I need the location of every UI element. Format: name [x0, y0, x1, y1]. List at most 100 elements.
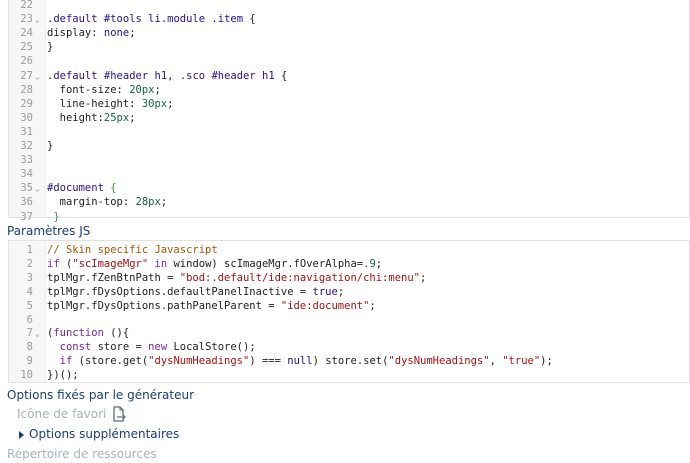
- code-token: ;: [160, 196, 168, 209]
- code-token: new: [148, 341, 168, 354]
- code-token: "dysNumHeadings": [148, 355, 250, 368]
- code-token: "true": [502, 355, 541, 368]
- css-code-editor[interactable]: 22 23 ⌄ .default #tools li.module .item {24…: [8, 0, 690, 223]
- css-code-line: 22: [9, 0, 689, 13]
- css-code-line: 35 ⌄ #document {: [9, 181, 689, 196]
- line-number: 33: [20, 154, 33, 167]
- js-code-line: 3 tplMgr.fZenBtnPath = "bod:.default/ide:…: [9, 271, 689, 286]
- code-text: height:25px;: [47, 111, 136, 126]
- code-token: .module: [160, 13, 206, 26]
- code-token: })();: [47, 369, 79, 382]
- code-token: 30px: [141, 97, 168, 110]
- line-number: 4: [26, 285, 33, 298]
- code-token: line-height:: [47, 97, 142, 110]
- line-number: 36: [20, 196, 33, 209]
- code-token: "ide:document": [280, 299, 370, 312]
- code-text: tplMgr.fDysOptions.defaultPanelInactive …: [47, 285, 344, 300]
- fold-chevron-icon[interactable]: ⌄: [35, 326, 40, 341]
- code-text: .default #tools li.module .item {: [47, 12, 256, 27]
- code-token: "scImageMgr": [72, 257, 149, 270]
- code-token: // Skin specific Javascript: [47, 244, 218, 256]
- code-text: }: [47, 40, 53, 55]
- code-text: display: none;: [47, 26, 136, 41]
- line-number: 8: [26, 341, 33, 354]
- code-token: {: [110, 182, 117, 195]
- code-text: }: [47, 210, 60, 225]
- extra-options-toggle[interactable]: Options supplémentaires: [19, 427, 179, 441]
- code-token: tplMgr.fZenBtnPath =: [47, 271, 180, 284]
- js-code-line: 1 // Skin specific Javascript: [9, 243, 689, 258]
- code-token: ,: [489, 355, 503, 368]
- code-text: const store = new LocalStore();: [47, 340, 256, 355]
- css-code-line: 34: [9, 167, 689, 182]
- code-token: const: [59, 341, 92, 354]
- code-token: h1: [154, 69, 168, 82]
- code-token: {: [274, 69, 288, 82]
- line-number: 29: [20, 97, 33, 110]
- js-code-line: 7 ⌄ (function (){: [9, 326, 689, 341]
- css-code-line: 30 height:25px;: [9, 111, 689, 126]
- code-token: }: [53, 210, 60, 223]
- code-token: 25px: [103, 111, 130, 124]
- line-number: 31: [20, 125, 33, 138]
- code-token: 28px: [135, 196, 161, 209]
- code-token: window) scImageMgr.fOverAlpha=: [167, 257, 364, 270]
- code-token: ;: [375, 257, 383, 270]
- fold-chevron-icon[interactable]: ⌄: [35, 69, 40, 84]
- js-code-editor[interactable]: 1 // Skin specific Javascript 2 if ("scImag…: [8, 240, 690, 383]
- js-params-label: Paramètres JS: [7, 224, 91, 238]
- css-code-line: 29 line-height: 30px;: [9, 97, 689, 112]
- code-token: ;: [167, 97, 174, 110]
- code-token: if: [59, 355, 73, 368]
- file-export-icon[interactable]: [111, 406, 127, 422]
- code-token: }: [47, 41, 54, 54]
- css-code-line: 25}: [9, 40, 689, 55]
- js-code-line: 9 if (store.get("dysNumHeadings") === nu…: [9, 354, 689, 369]
- code-token: display:: [47, 27, 104, 40]
- js-code-line: 6: [9, 313, 689, 328]
- code-token: height:: [47, 111, 104, 124]
- favicon-label: Icône de favori: [17, 407, 107, 421]
- css-code-line: 37 }: [9, 210, 689, 225]
- code-token: .9: [363, 257, 376, 270]
- line-number: 34: [20, 168, 33, 181]
- code-token: #header: [103, 69, 149, 82]
- code-token: store =: [91, 341, 149, 354]
- js-code-line: 2 if ("scImageMgr" in window) scImageMgr.…: [9, 257, 689, 272]
- code-token: null: [287, 355, 313, 368]
- code-token: (: [59, 257, 73, 270]
- fold-chevron-icon[interactable]: ⌄: [35, 12, 40, 27]
- code-token: #document: [47, 182, 104, 195]
- code-token: font-size:: [47, 83, 130, 96]
- code-token: function: [53, 327, 104, 340]
- code-token: ) store.set(: [312, 355, 389, 368]
- fold-chevron-icon[interactable]: ⌄: [35, 181, 40, 196]
- line-number: 27: [20, 69, 33, 82]
- line-number: 10: [20, 369, 33, 382]
- code-token: #header: [211, 69, 256, 82]
- code-token: .item: [211, 13, 244, 26]
- css-code-line: 23 ⌄ .default #tools li.module .item {: [9, 12, 689, 27]
- code-token: );: [540, 355, 553, 368]
- code-text: .default #header h1, .sco #header h1 {: [47, 69, 287, 84]
- resources-label: Répertoire de ressources: [7, 447, 157, 461]
- code-token: ;: [337, 285, 345, 298]
- code-text: tplMgr.fDysOptions.pathPanelParent = "id…: [47, 299, 376, 314]
- js-code-line: 5 tplMgr.fDysOptions.pathPanelParent = "i…: [9, 299, 689, 314]
- code-token: .default: [47, 13, 98, 26]
- code-text: })();: [47, 368, 79, 383]
- line-number: 1: [26, 244, 33, 256]
- code-token: tplMgr.fDysOptions.defaultPanelInactive …: [47, 285, 313, 298]
- code-token: "bod:.default/ide:navigation/chi:menu": [179, 271, 420, 284]
- line-number: 23: [20, 13, 33, 26]
- code-token: }: [47, 140, 54, 152]
- line-number: 28: [20, 83, 33, 96]
- line-number: 6: [26, 313, 33, 326]
- code-token: ;: [369, 299, 376, 312]
- line-number: 7: [26, 327, 33, 340]
- css-code-line: 24 display: none;: [9, 26, 689, 41]
- code-token: true: [312, 285, 338, 298]
- css-code-line: 31: [9, 125, 689, 140]
- css-code-line: 27 ⌄ .default #header h1, .sco #header h1 …: [9, 69, 689, 84]
